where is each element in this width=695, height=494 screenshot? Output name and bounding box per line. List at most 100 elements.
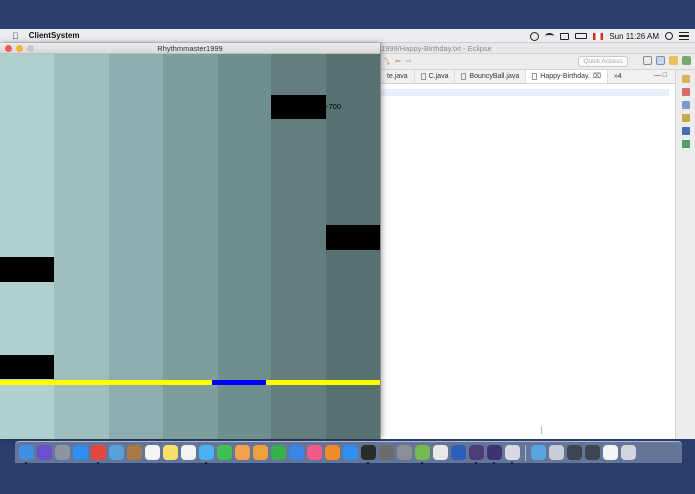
ibooks-icon[interactable]: [325, 445, 340, 460]
editor-scroll-marker: [541, 426, 542, 434]
calendar-icon[interactable]: [145, 445, 160, 460]
editor-tabs: te.java C.java BouncyBall.java Happy-Bir…: [381, 70, 695, 84]
archive-icon[interactable]: [379, 445, 394, 460]
tasks-icon[interactable]: [681, 114, 690, 122]
nav-forward-icon[interactable]: ⇐: [395, 57, 401, 67]
dock-separator: [525, 444, 526, 461]
wifi-icon[interactable]: [545, 33, 555, 39]
itunes-icon[interactable]: [307, 445, 322, 460]
hit-line-active-segment: [212, 380, 266, 385]
eclipse-title: 1999/Happy-Birthday.txt - Eclipse: [381, 43, 695, 54]
spotlight-icon[interactable]: [665, 32, 673, 40]
current-line-highlight: [381, 89, 669, 96]
app-store-icon[interactable]: [343, 445, 358, 460]
screen-3-icon[interactable]: [603, 445, 618, 460]
chrome-icon[interactable]: [91, 445, 106, 464]
eclipse-toolbar: ⤵ ⇐ ⇨ Quick Access: [381, 54, 695, 70]
flag-icon[interactable]: [593, 32, 604, 40]
open-perspective-icon[interactable]: [643, 56, 652, 65]
photos-icon[interactable]: [235, 445, 250, 460]
java-icon[interactable]: [505, 445, 520, 464]
nav-back-icon[interactable]: ⤵: [383, 57, 390, 67]
finder-icon[interactable]: [19, 445, 34, 464]
text-file-icon: [532, 73, 538, 80]
tab-te-java[interactable]: te.java: [381, 70, 415, 83]
menu-bar-clock[interactable]: Sun 11:26 AM: [609, 32, 659, 41]
text-editor[interactable]: [381, 85, 669, 439]
notes-brown-icon[interactable]: [127, 445, 142, 460]
system-preferences-icon[interactable]: [397, 445, 412, 460]
debug-perspective-icon[interactable]: [669, 56, 678, 65]
screen-2-icon[interactable]: [585, 445, 600, 460]
screen-1-icon[interactable]: [567, 445, 582, 460]
close-window-button[interactable]: [5, 45, 12, 52]
notification-center-icon[interactable]: [679, 32, 689, 40]
outline-icon[interactable]: [681, 101, 690, 109]
console-icon[interactable]: [681, 127, 690, 135]
java-perspective-icon[interactable]: [656, 56, 665, 65]
menu-bar-status-area: Sun 11:26 AM: [530, 29, 689, 43]
trash-icon[interactable]: [621, 445, 636, 460]
progress-icon[interactable]: [681, 140, 690, 148]
tab-overflow[interactable]: »4: [608, 70, 628, 83]
java-file-icon: [420, 73, 426, 80]
nav-more-icon[interactable]: ⇨: [406, 57, 412, 67]
score-label: -700: [326, 102, 342, 111]
desktop:  ClientSystem Sun 11:26 AM 1999/Happy-B…: [0, 0, 695, 494]
tab-label: te.java: [387, 72, 408, 80]
eclipse-toolbar-nav: ⤵ ⇐ ⇨: [383, 57, 412, 67]
package-explorer-icon[interactable]: [681, 75, 690, 83]
android-studio-icon[interactable]: [415, 445, 430, 464]
eclipse-icon[interactable]: [487, 445, 502, 464]
tab-c-java[interactable]: C.java: [415, 70, 456, 83]
numbers-icon[interactable]: [271, 445, 286, 460]
game-playfield[interactable]: -700: [0, 54, 380, 439]
notes-icon[interactable]: [163, 445, 178, 460]
safari-icon[interactable]: [73, 445, 88, 460]
battery-icon[interactable]: [575, 33, 588, 39]
dock: [15, 441, 682, 464]
note: [271, 95, 326, 119]
type-hierarchy-icon[interactable]: [681, 88, 690, 96]
zoom-window-button[interactable]: [27, 45, 34, 52]
tab-happy-birthday[interactable]: Happy-Birthday. ⌧: [526, 70, 609, 84]
game-window-title: Rhythmmaster1999: [157, 44, 223, 53]
tab-label: C.java: [428, 72, 449, 80]
github-icon[interactable]: [469, 445, 484, 464]
sync-icon[interactable]: [530, 31, 540, 41]
tab-overflow-label: »4: [614, 72, 622, 80]
maximize-icon[interactable]: □: [663, 72, 667, 79]
tab-label: BouncyBall.java: [469, 72, 520, 80]
minimize-window-button[interactable]: [16, 45, 23, 52]
preview-icon[interactable]: [109, 445, 124, 460]
downloads-folder-icon[interactable]: [531, 445, 546, 460]
keynote-icon[interactable]: [289, 445, 304, 460]
window-controls: [5, 45, 34, 52]
pages-icon[interactable]: [253, 445, 268, 460]
word-icon[interactable]: [451, 445, 466, 460]
note: [0, 257, 54, 282]
note: [326, 225, 380, 250]
tab-label: Happy-Birthday.: [540, 72, 590, 80]
game-titlebar: Rhythmmaster1999: [0, 43, 380, 54]
messages-icon[interactable]: [199, 445, 214, 464]
hit-line: [0, 380, 380, 385]
text-editor-icon[interactable]: [433, 445, 448, 460]
menu-bar:  ClientSystem Sun 11:26 AM: [0, 29, 695, 43]
close-tab-icon[interactable]: ⌧: [593, 70, 601, 84]
reminders-icon[interactable]: [181, 445, 196, 460]
game-window: Rhythmmaster1999 -700: [0, 43, 380, 439]
app-menu-title[interactable]: ClientSystem: [29, 31, 80, 40]
terminal-icon[interactable]: [361, 445, 376, 464]
facetime-icon[interactable]: [217, 445, 232, 460]
git-perspective-icon[interactable]: [682, 56, 691, 65]
quick-access-input[interactable]: Quick Access: [578, 56, 628, 67]
launchpad-icon[interactable]: [55, 445, 70, 460]
siri-icon[interactable]: [37, 445, 52, 460]
eclipse-window: 1999/Happy-Birthday.txt - Eclipse ⤵ ⇐ ⇨ …: [380, 43, 695, 439]
minimize-icon[interactable]: —: [654, 72, 661, 79]
screenshot-icon[interactable]: [549, 445, 564, 460]
airplay-icon[interactable]: [560, 32, 570, 40]
apple-menu-icon[interactable]: : [12, 31, 19, 41]
tab-bouncyball-java[interactable]: BouncyBall.java: [455, 70, 527, 83]
